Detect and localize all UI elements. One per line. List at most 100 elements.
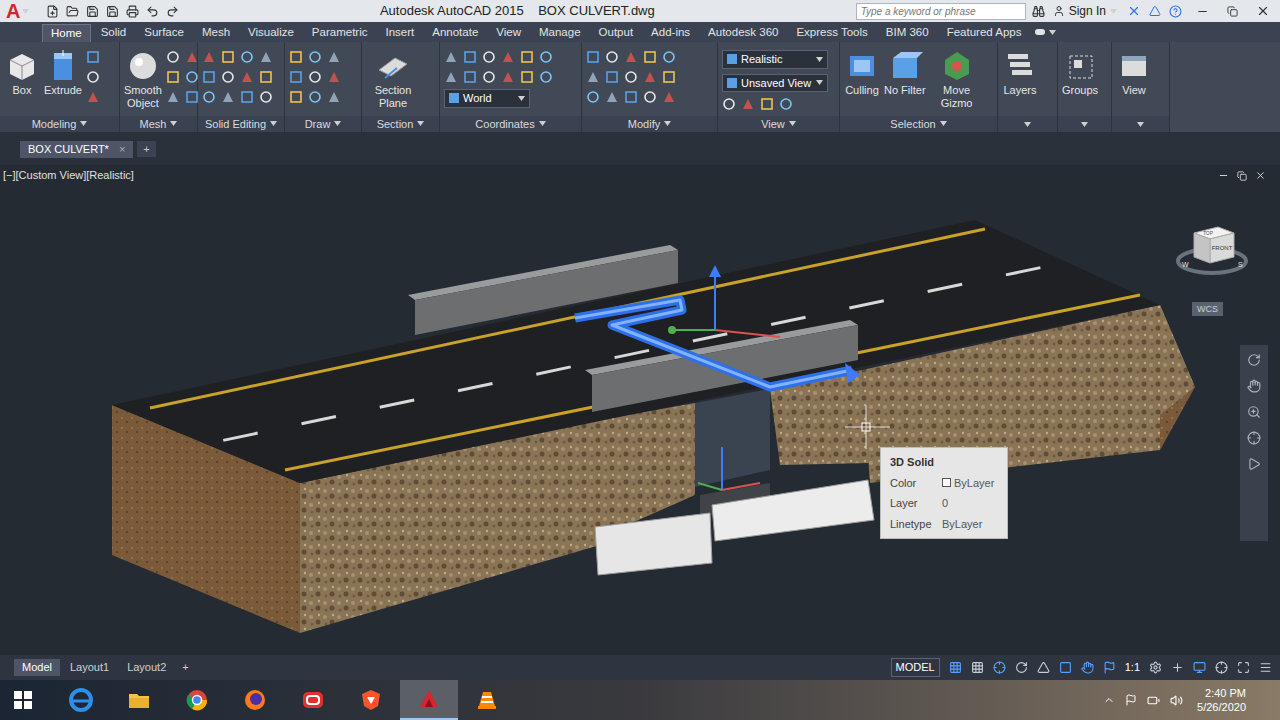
caret-icon[interactable] xyxy=(170,121,177,126)
ribbon-tab[interactable]: Autodesk 360 xyxy=(700,24,786,42)
polar-icon[interactable] xyxy=(1015,661,1028,674)
annotation-icon[interactable] xyxy=(1081,661,1094,674)
tool-icon[interactable] xyxy=(643,90,657,104)
caret-icon[interactable] xyxy=(816,57,823,62)
tool-icon[interactable] xyxy=(482,50,496,64)
panel-title[interactable] xyxy=(1112,116,1169,132)
new-icon[interactable] xyxy=(46,5,59,18)
volume-icon[interactable] xyxy=(1170,694,1183,707)
caret-icon[interactable] xyxy=(789,121,796,126)
workspace-icon[interactable] xyxy=(1149,661,1162,674)
start-button[interactable] xyxy=(0,680,46,720)
file-tab[interactable]: BOX CULVERT*× xyxy=(20,141,133,158)
ribbon-button[interactable]: Culling xyxy=(844,48,880,97)
tool-icon[interactable] xyxy=(240,70,254,84)
tool-icon[interactable] xyxy=(501,70,515,84)
close-icon[interactable] xyxy=(1256,4,1270,18)
ribbon-button[interactable]: Move Gizmo xyxy=(930,48,984,110)
ribbon-button[interactable]: Layers xyxy=(1002,48,1038,97)
battery-icon[interactable] xyxy=(1147,694,1160,707)
tool-icon[interactable] xyxy=(86,90,100,104)
taskbar-app[interactable] xyxy=(110,680,168,720)
isolate-icon[interactable] xyxy=(1215,661,1228,674)
ribbon-tab[interactable]: Insert xyxy=(377,24,422,42)
ribbon-button[interactable]: Smooth Object xyxy=(124,48,162,110)
ribbon-tab[interactable]: View xyxy=(488,24,529,42)
action-center-icon[interactable] xyxy=(1125,694,1137,706)
tool-icon[interactable] xyxy=(520,50,534,64)
tool-icon[interactable] xyxy=(308,50,322,64)
panel-title[interactable]: Solid Editing xyxy=(198,116,284,133)
ribbon-button[interactable]: No Filter xyxy=(884,48,926,97)
caret-icon[interactable] xyxy=(539,121,546,126)
panel-title[interactable]: Draw xyxy=(285,116,361,133)
tool-icon[interactable] xyxy=(539,70,553,84)
drawing-viewport[interactable]: [−][Custom View][Realistic]TOPFRONTWSWCS… xyxy=(0,165,1280,655)
taskbar-app[interactable] xyxy=(226,680,284,720)
ribbon-tab[interactable]: Visualize xyxy=(240,24,302,42)
ribbon-tab[interactable]: Home xyxy=(42,24,91,42)
tool-icon[interactable] xyxy=(240,50,254,64)
tool-icon[interactable] xyxy=(482,70,496,84)
ribbon-tab[interactable]: Solid xyxy=(93,24,135,42)
taskbar-app[interactable] xyxy=(168,680,226,720)
osnap-icon[interactable] xyxy=(1037,661,1050,674)
tool-icon[interactable] xyxy=(327,50,341,64)
taskbar-app[interactable] xyxy=(52,680,110,720)
panel-title[interactable]: Mesh xyxy=(120,116,197,133)
ortho-icon[interactable] xyxy=(993,661,1006,674)
tool-icon[interactable] xyxy=(202,70,216,84)
exchange-icon[interactable] xyxy=(1127,4,1141,18)
ribbon-button[interactable]: Extrude xyxy=(44,48,82,97)
tab-options[interactable] xyxy=(1031,29,1056,35)
ribbon-tab[interactable]: Manage xyxy=(531,24,589,42)
caret-icon[interactable] xyxy=(1049,30,1056,35)
restore-icon[interactable] xyxy=(1227,6,1238,17)
tool-icon[interactable] xyxy=(624,90,638,104)
help-icon[interactable] xyxy=(1169,5,1182,18)
tool-icon[interactable] xyxy=(289,50,303,64)
grid-icon[interactable] xyxy=(949,661,962,674)
tool-icon[interactable] xyxy=(166,70,180,84)
tool-icon[interactable] xyxy=(185,70,199,84)
caret-icon[interactable] xyxy=(664,121,671,126)
caret-icon[interactable] xyxy=(1110,9,1117,14)
scale-display[interactable]: 1:1 xyxy=(1125,659,1140,676)
tool-icon[interactable] xyxy=(221,70,235,84)
ribbon-button[interactable]: Section Plane xyxy=(366,48,420,110)
otrack-icon[interactable] xyxy=(1059,661,1072,674)
steering-wheel-icon[interactable] xyxy=(1247,353,1261,367)
ribbon-tab[interactable]: Mesh xyxy=(194,24,238,42)
tool-icon[interactable] xyxy=(86,50,100,64)
tool-icon[interactable] xyxy=(624,70,638,84)
taskbar-app[interactable] xyxy=(342,680,400,720)
tool-icon[interactable] xyxy=(624,50,638,64)
file-tab-close[interactable]: × xyxy=(119,141,125,158)
visibility-icon[interactable] xyxy=(1103,661,1116,674)
ribbon-button[interactable]: View xyxy=(1116,48,1152,97)
tool-icon[interactable] xyxy=(185,50,199,64)
caret-icon[interactable] xyxy=(816,80,823,85)
tool-icon[interactable] xyxy=(741,97,755,111)
panel-title[interactable]: View xyxy=(718,116,839,133)
ribbon-tab[interactable]: Parametric xyxy=(304,24,376,42)
ribbon-dropdown[interactable]: Realistic xyxy=(722,50,828,69)
viewport-close-icon[interactable] xyxy=(1255,170,1266,181)
caret-icon[interactable] xyxy=(1137,122,1144,127)
taskbar-app[interactable] xyxy=(458,680,516,720)
zoom-icon[interactable] xyxy=(1247,405,1261,419)
tool-icon[interactable] xyxy=(308,90,322,104)
caret-icon[interactable] xyxy=(1081,122,1088,127)
caret-icon[interactable] xyxy=(940,121,947,126)
caret-icon[interactable] xyxy=(334,121,341,126)
layout-tab[interactable]: Layout2 xyxy=(119,659,174,676)
caret-icon[interactable] xyxy=(270,121,277,126)
tool-icon[interactable] xyxy=(605,90,619,104)
snap-icon[interactable] xyxy=(971,661,984,674)
caret-icon[interactable] xyxy=(22,9,29,14)
model-scene[interactable] xyxy=(0,165,1280,655)
tool-icon[interactable] xyxy=(539,50,553,64)
tool-icon[interactable] xyxy=(202,50,216,64)
tool-icon[interactable] xyxy=(221,90,235,104)
tool-icon[interactable] xyxy=(760,97,774,111)
